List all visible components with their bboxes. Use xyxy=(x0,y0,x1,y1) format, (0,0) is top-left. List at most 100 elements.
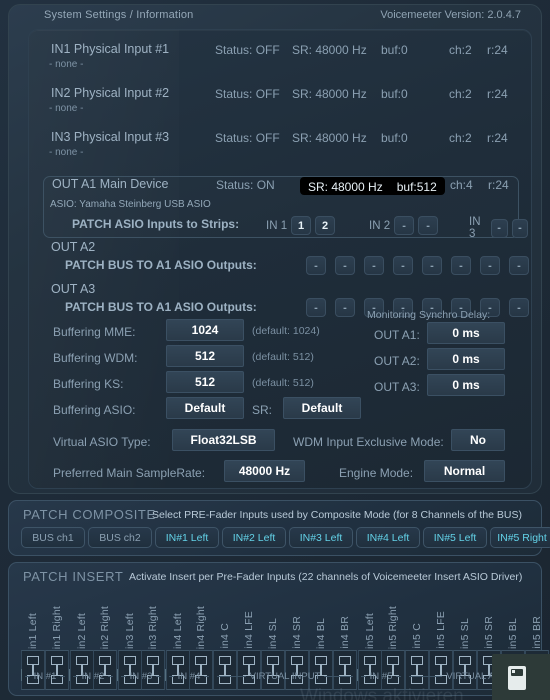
patch-asio-button[interactable]: - xyxy=(490,218,508,238)
insert-channel-label: in4 Right xyxy=(195,605,207,649)
insert-channel-label: in3 Right xyxy=(147,605,159,649)
monitor-out-a2-value[interactable]: 0 ms xyxy=(427,348,505,370)
insert-channel-label: in2 Right xyxy=(99,605,111,649)
insert-channel-label: in5 C xyxy=(411,623,423,649)
buffering-ks-value[interactable]: 512 xyxy=(166,371,244,393)
virtual-asio-type-value[interactable]: Float32LSB xyxy=(172,429,275,451)
out-a1-buffer: buf:512 xyxy=(396,179,437,194)
patch-composite-panel: PATCH COMPOSITE Select PRE-Fader Inputs … xyxy=(8,500,550,556)
buffering-ks-default: (default: 512) xyxy=(252,377,314,389)
insert-channel-label: in4 SR xyxy=(291,616,303,649)
insert-group-label: IN #4 xyxy=(165,669,213,683)
buffering-mme-label: Buffering MME: xyxy=(53,325,136,339)
composite-button-in1-left[interactable]: IN#1 Left xyxy=(155,527,219,548)
monitor-out-a3-label: OUT A3: xyxy=(374,380,420,394)
patch-insert-panel: PATCH INSERT Activate Insert per Pre-Fad… xyxy=(8,562,549,696)
out-a2-bus-buttons: - - - - - - - - xyxy=(306,256,529,275)
out-a2-bus-button[interactable]: - xyxy=(451,256,471,275)
engine-mode-value[interactable]: Normal xyxy=(424,460,505,482)
insert-channel-label: in4 BR xyxy=(339,616,351,649)
out-a1-resolution: r:24 xyxy=(488,178,509,192)
device-samplerate: SR: 48000 Hz xyxy=(292,43,367,57)
device-samplerate: SR: 48000 Hz xyxy=(292,131,367,145)
preferred-samplerate-value[interactable]: 48000 Hz xyxy=(224,460,305,482)
buffering-asio-sr-value[interactable]: Default xyxy=(283,397,361,419)
device-name: IN1 Physical Input #1 xyxy=(51,42,170,56)
composite-button-in2-left[interactable]: IN#2 Left xyxy=(222,527,286,548)
corner-notification-popup[interactable] xyxy=(492,654,550,700)
buffering-wdm-value[interactable]: 512 xyxy=(166,345,244,367)
device-resolution: r:24 xyxy=(487,87,508,101)
composite-button-in4-left[interactable]: IN#4 Left xyxy=(356,527,420,548)
buffering-asio-sr-label: SR: xyxy=(252,403,273,417)
insert-group-label: IN #5 xyxy=(357,669,405,683)
device-driver: - none - xyxy=(49,147,84,158)
out-a3-bus-button[interactable]: - xyxy=(509,298,529,317)
insert-channel-label: in4 BL xyxy=(315,618,327,649)
patch-composite-subtitle: Select PRE-Fader Inputs used by Composit… xyxy=(152,509,523,521)
out-a2-bus-button[interactable]: - xyxy=(364,256,384,275)
patch-asio-button[interactable]: 1 xyxy=(291,216,312,235)
settings-outer-frame: System Settings / Information Voicemeete… xyxy=(8,4,542,494)
composite-button-in5-right[interactable]: IN#5 Right xyxy=(490,527,550,548)
patch-composite-buttons: BUS ch1 BUS ch2 IN#1 Left IN#2 Left IN#3… xyxy=(21,527,550,548)
device-channels: ch:2 xyxy=(449,131,472,145)
insert-channel-label: in3 Left xyxy=(124,612,136,649)
out-a1-panel: OUT A1 Main Device Status: ON SR: 48000 … xyxy=(43,176,529,240)
insert-channel-label: in5 BL xyxy=(507,618,519,649)
patch-asio-group-in1: IN 1 1 2 xyxy=(266,216,336,235)
out-a2-bus-button[interactable]: - xyxy=(393,256,413,275)
out-a2-bus-button[interactable]: - xyxy=(480,256,500,275)
out-a3-name[interactable]: OUT A3 xyxy=(51,282,95,296)
composite-button-in3-left[interactable]: IN#3 Left xyxy=(289,527,353,548)
settings-inner-panel: IN1 Physical Input #1 - none - Status: O… xyxy=(28,29,532,489)
composite-button-in5-left[interactable]: IN#5 Left xyxy=(423,527,487,548)
buffering-mme-value[interactable]: 1024 xyxy=(166,319,244,341)
insert-channel-label: in4 Left xyxy=(172,612,184,649)
out-a3-patch-label: PATCH BUS TO A1 ASIO Outputs: xyxy=(65,300,257,314)
out-a2-bus-button[interactable]: - xyxy=(335,256,355,275)
composite-button-bus-ch1[interactable]: BUS ch1 xyxy=(21,527,85,548)
voicemeeter-settings-window: System Settings / Information Voicemeete… xyxy=(0,0,550,700)
out-a2-bus-button[interactable]: - xyxy=(306,256,326,275)
insert-channel-label: in4 LFE xyxy=(243,611,255,649)
out-a2-patch-label: PATCH BUS TO A1 ASIO Outputs: xyxy=(65,258,257,272)
out-a3-bus-button[interactable]: - xyxy=(335,298,355,317)
patch-asio-group-label: IN 3 xyxy=(469,216,481,240)
insert-channel-label: in5 Right xyxy=(387,605,399,649)
composite-button-bus-ch2[interactable]: BUS ch2 xyxy=(88,527,152,548)
insert-group-divider xyxy=(21,669,22,681)
buffering-asio-value[interactable]: Default xyxy=(166,397,244,419)
insert-channel-label: in2 Left xyxy=(76,612,88,649)
device-name: IN2 Physical Input #2 xyxy=(51,86,170,100)
out-a2-name[interactable]: OUT A2 xyxy=(51,240,95,254)
device-row-in2[interactable]: IN2 Physical Input #2 - none - Status: O… xyxy=(29,86,533,126)
patch-asio-button[interactable]: - xyxy=(394,216,415,235)
buffering-mme-default: (default: 1024) xyxy=(252,325,320,337)
patch-asio-button[interactable]: 2 xyxy=(315,216,336,235)
patch-asio-button[interactable]: - xyxy=(418,216,439,235)
device-row-in3[interactable]: IN3 Physical Input #3 - none - Status: O… xyxy=(29,130,533,170)
page-title: System Settings / Information xyxy=(44,9,194,21)
out-a2-bus-button[interactable]: - xyxy=(422,256,442,275)
out-a1-name[interactable]: OUT A1 Main Device xyxy=(52,177,168,191)
virtual-asio-type-label: Virtual ASIO Type: xyxy=(53,435,151,449)
insert-group-label: IN #2 xyxy=(69,669,117,683)
out-a3-bus-button[interactable]: - xyxy=(306,298,326,317)
out-a1-sr-buf-pill: SR: 48000 Hz buf:512 xyxy=(300,177,445,195)
monitor-out-a1-value[interactable]: 0 ms xyxy=(427,322,505,344)
usb-device-icon xyxy=(508,666,526,690)
patch-insert-title: PATCH INSERT xyxy=(23,569,124,584)
monitor-out-a2-label: OUT A2: xyxy=(374,354,420,368)
insert-group-label: IN #1 xyxy=(21,669,69,683)
out-a2-bus-button[interactable]: - xyxy=(509,256,529,275)
buffering-asio-label: Buffering ASIO: xyxy=(53,403,136,417)
buffering-wdm-default: (default: 512) xyxy=(252,351,314,363)
device-row-in1[interactable]: IN1 Physical Input #1 - none - Status: O… xyxy=(29,42,533,82)
wdm-exclusive-value[interactable]: No xyxy=(451,429,505,451)
patch-asio-inputs-label: PATCH ASIO Inputs to Strips: xyxy=(72,217,240,231)
patch-asio-button[interactable]: - xyxy=(511,218,529,238)
device-status: Status: OFF xyxy=(215,131,280,145)
insert-group-divider xyxy=(357,669,358,681)
monitor-out-a3-value[interactable]: 0 ms xyxy=(427,374,505,396)
